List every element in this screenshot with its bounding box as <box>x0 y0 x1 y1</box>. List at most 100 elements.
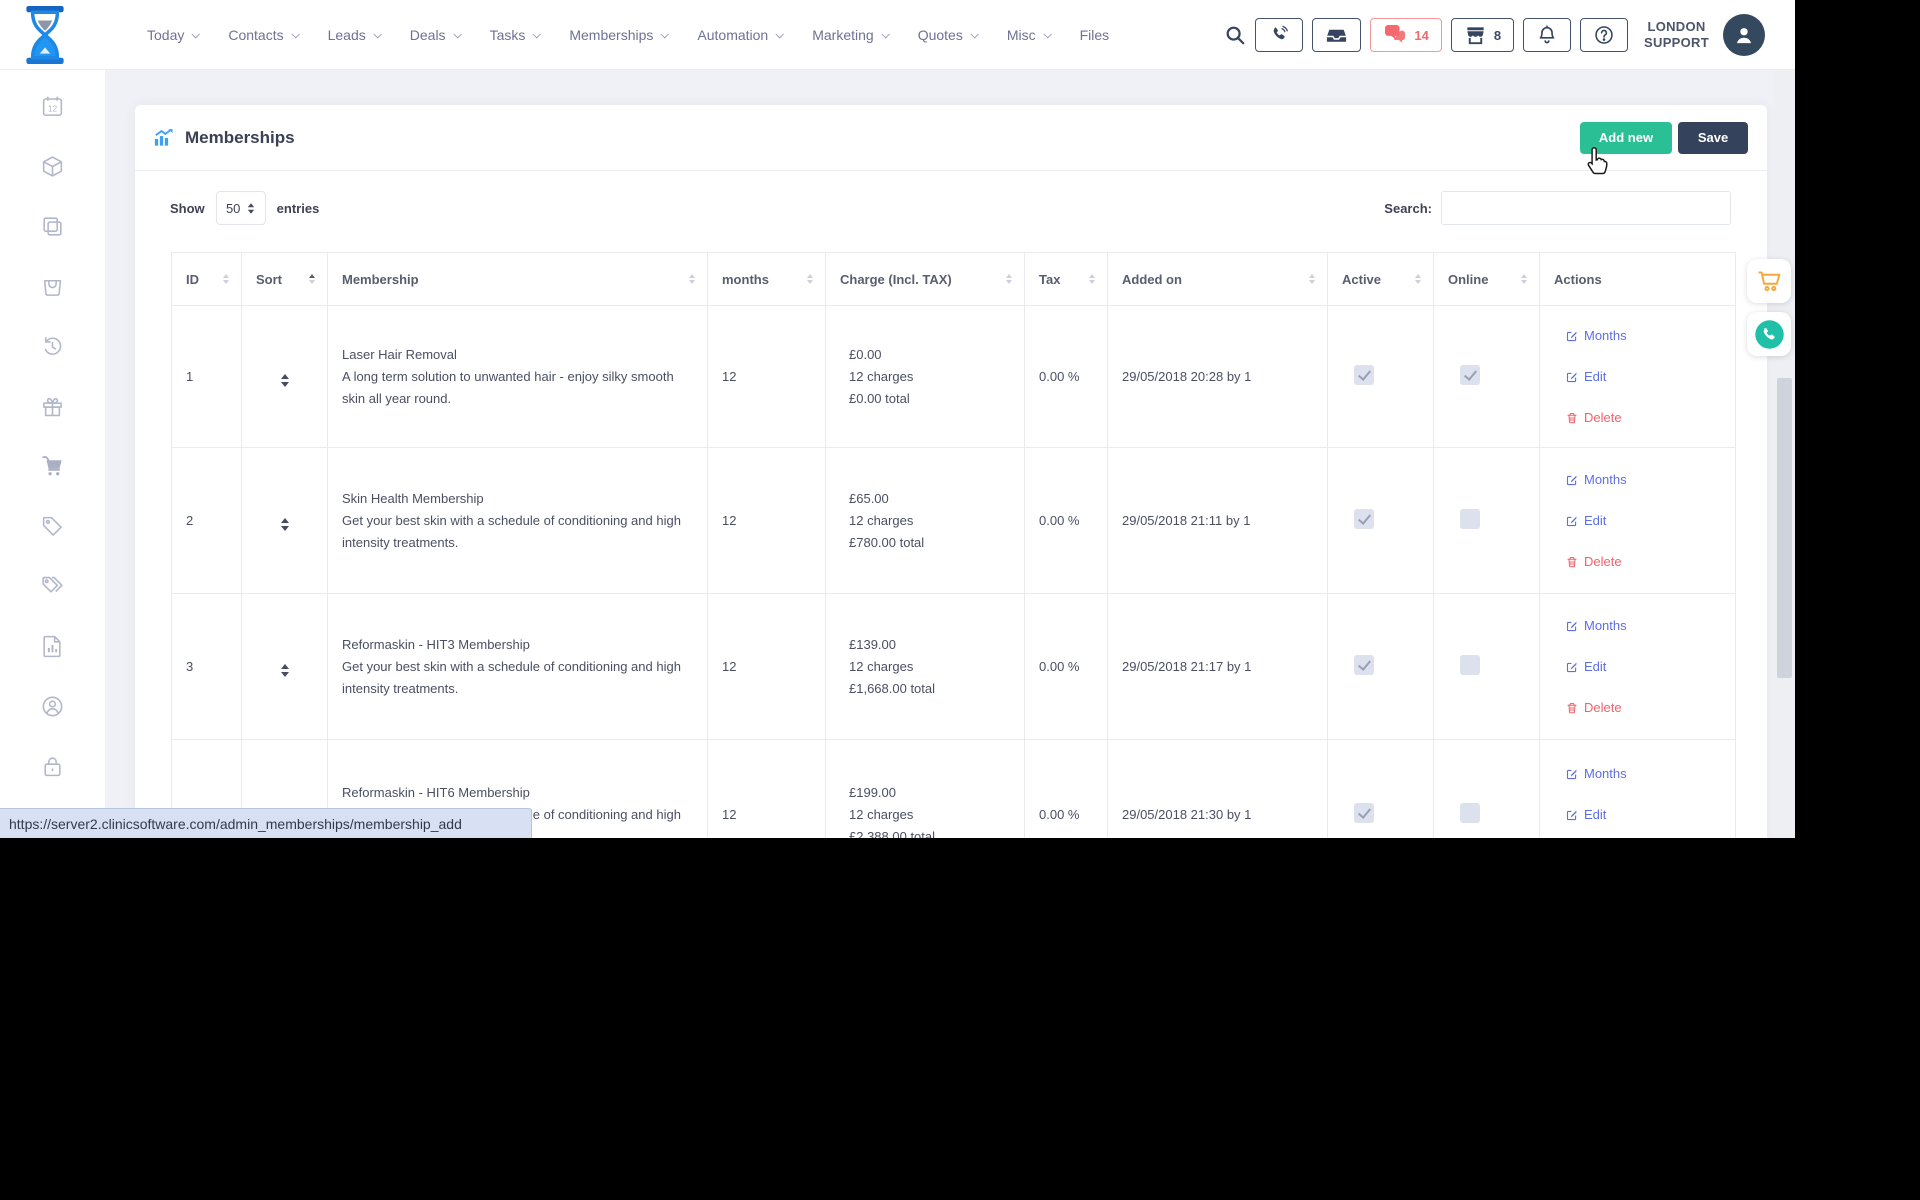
sidebar-item-gift[interactable] <box>40 394 66 418</box>
active-checkbox[interactable] <box>1354 365 1374 385</box>
sort-arrows-icon <box>1521 274 1527 284</box>
nav-item-quotes[interactable]: Quotes <box>918 27 977 43</box>
online-checkbox[interactable] <box>1460 803 1480 823</box>
avatar[interactable] <box>1723 14 1765 56</box>
bell-button[interactable] <box>1523 18 1571 52</box>
nav-item-files[interactable]: Files <box>1080 27 1110 43</box>
store-button[interactable]: 8 <box>1451 18 1514 52</box>
page-size-select[interactable]: 50 <box>216 191 266 225</box>
drag-sort-handle[interactable] <box>281 374 289 387</box>
nav-item-leads[interactable]: Leads <box>328 27 380 43</box>
membership-description: A long term solution to unwanted hair - … <box>342 366 695 410</box>
column-header-tax[interactable]: Tax <box>1025 253 1108 306</box>
edit-square-icon <box>1566 620 1578 632</box>
sidebar-item-tag[interactable] <box>40 514 66 538</box>
scrollbar-track[interactable] <box>1774 70 1795 838</box>
sidebar-item-history[interactable] <box>40 334 66 358</box>
nav-item-today[interactable]: Today <box>147 27 198 43</box>
drag-sort-handle[interactable] <box>281 518 289 531</box>
column-header-sort[interactable]: Sort <box>242 253 328 306</box>
cell-active <box>1328 306 1434 448</box>
app-logo[interactable] <box>14 5 76 65</box>
scrollbar-thumb[interactable] <box>1777 378 1792 678</box>
add-new-button[interactable]: Add new <box>1580 122 1672 154</box>
delete-link[interactable]: Delete <box>1566 697 1723 719</box>
table-row: 3Reformaskin - HIT3 MembershipGet your b… <box>172 594 1736 740</box>
sidebar-item-user[interactable] <box>40 694 66 718</box>
column-header-membership[interactable]: Membership <box>328 253 708 306</box>
online-checkbox[interactable] <box>1460 365 1480 385</box>
nav-item-label: Leads <box>328 27 366 43</box>
cell-sort <box>242 448 328 594</box>
column-header-online[interactable]: Online <box>1434 253 1540 306</box>
online-checkbox[interactable] <box>1460 509 1480 529</box>
membership-name: Skin Health Membership <box>342 488 695 510</box>
active-checkbox[interactable] <box>1354 655 1374 675</box>
sort-arrows-icon <box>689 274 695 284</box>
chat-button[interactable]: 14 <box>1370 18 1441 52</box>
nav-item-contacts[interactable]: Contacts <box>228 27 297 43</box>
sidebar-item-cart[interactable] <box>40 454 66 478</box>
help-button[interactable] <box>1580 18 1628 52</box>
sidebar-item-copy[interactable] <box>40 214 66 238</box>
column-header-charge-incl-tax[interactable]: Charge (Incl. TAX) <box>826 253 1025 306</box>
svg-text:12: 12 <box>48 103 58 113</box>
header-right: 14 8 LONDON SUPPORT <box>1224 0 1765 70</box>
active-checkbox[interactable] <box>1354 509 1374 529</box>
search-input[interactable] <box>1441 191 1731 225</box>
nav-item-tasks[interactable]: Tasks <box>490 27 540 43</box>
membership-name: Reformaskin - HIT3 Membership <box>342 634 695 656</box>
nav-item-automation[interactable]: Automation <box>697 27 782 43</box>
edit-link[interactable]: Edit <box>1566 656 1723 678</box>
delete-link[interactable]: Delete <box>1566 407 1723 429</box>
column-header-added-on[interactable]: Added on <box>1108 253 1328 306</box>
edit-link[interactable]: Edit <box>1566 804 1723 826</box>
active-checkbox[interactable] <box>1354 803 1374 823</box>
main-nav: Today Contacts Leads Deals Tasks Memberships A… <box>147 0 1109 70</box>
sidebar-item-lock[interactable] <box>40 754 66 778</box>
sidebar-item-shopping-bag[interactable] <box>40 274 66 298</box>
months-link[interactable]: Months <box>1566 325 1723 347</box>
tag-icon <box>40 514 65 539</box>
inbox-button[interactable] <box>1312 18 1361 52</box>
cart-float-button[interactable] <box>1747 259 1791 303</box>
page-size-control: Show 50 entries <box>170 191 319 225</box>
online-checkbox[interactable] <box>1460 655 1480 675</box>
nav-item-misc[interactable]: Misc <box>1007 27 1050 43</box>
cell-added-on: 29/05/2018 21:30 by 1 <box>1108 740 1328 839</box>
memberships-table: IDSortMembershipmonthsCharge (Incl. TAX)… <box>171 252 1736 838</box>
edit-link[interactable]: Edit <box>1566 366 1723 388</box>
sidebar-item-tags[interactable] <box>40 574 66 598</box>
cell-tax: 0.00 % <box>1025 448 1108 594</box>
cell-id: 3 <box>172 594 242 740</box>
phone-float-button[interactable] <box>1747 312 1791 356</box>
nav-item-memberships[interactable]: Memberships <box>569 27 667 43</box>
months-link[interactable]: Months <box>1566 615 1723 637</box>
nav-item-marketing[interactable]: Marketing <box>812 27 887 43</box>
edit-link[interactable]: Edit <box>1566 510 1723 532</box>
action-label: Months <box>1584 469 1627 491</box>
drag-sort-handle[interactable] <box>281 664 289 677</box>
save-button[interactable]: Save <box>1678 122 1748 154</box>
months-link[interactable]: Months <box>1566 763 1723 785</box>
cell-tax: 0.00 % <box>1025 740 1108 839</box>
cell-months: 12 <box>708 594 826 740</box>
cell-id: 2 <box>172 448 242 594</box>
delete-link[interactable]: Delete <box>1566 551 1723 573</box>
phone-button[interactable] <box>1255 18 1303 52</box>
months-link[interactable]: Months <box>1566 469 1723 491</box>
user-name[interactable]: LONDON SUPPORT <box>1644 19 1709 51</box>
column-header-active[interactable]: Active <box>1328 253 1434 306</box>
column-header-months[interactable]: months <box>708 253 826 306</box>
bell-icon <box>1536 24 1558 46</box>
sidebar-item-box[interactable] <box>40 154 66 178</box>
cell-active <box>1328 448 1434 594</box>
sidebar-item-report[interactable] <box>40 634 66 658</box>
column-header-label: Actions <box>1554 272 1602 287</box>
edit-square-icon <box>1566 768 1578 780</box>
nav-item-deals[interactable]: Deals <box>410 27 460 43</box>
search-button[interactable] <box>1224 18 1246 52</box>
nav-item-label: Contacts <box>228 27 283 43</box>
column-header-id[interactable]: ID <box>172 253 242 306</box>
sidebar-item-calendar[interactable]: 12 <box>40 94 66 118</box>
